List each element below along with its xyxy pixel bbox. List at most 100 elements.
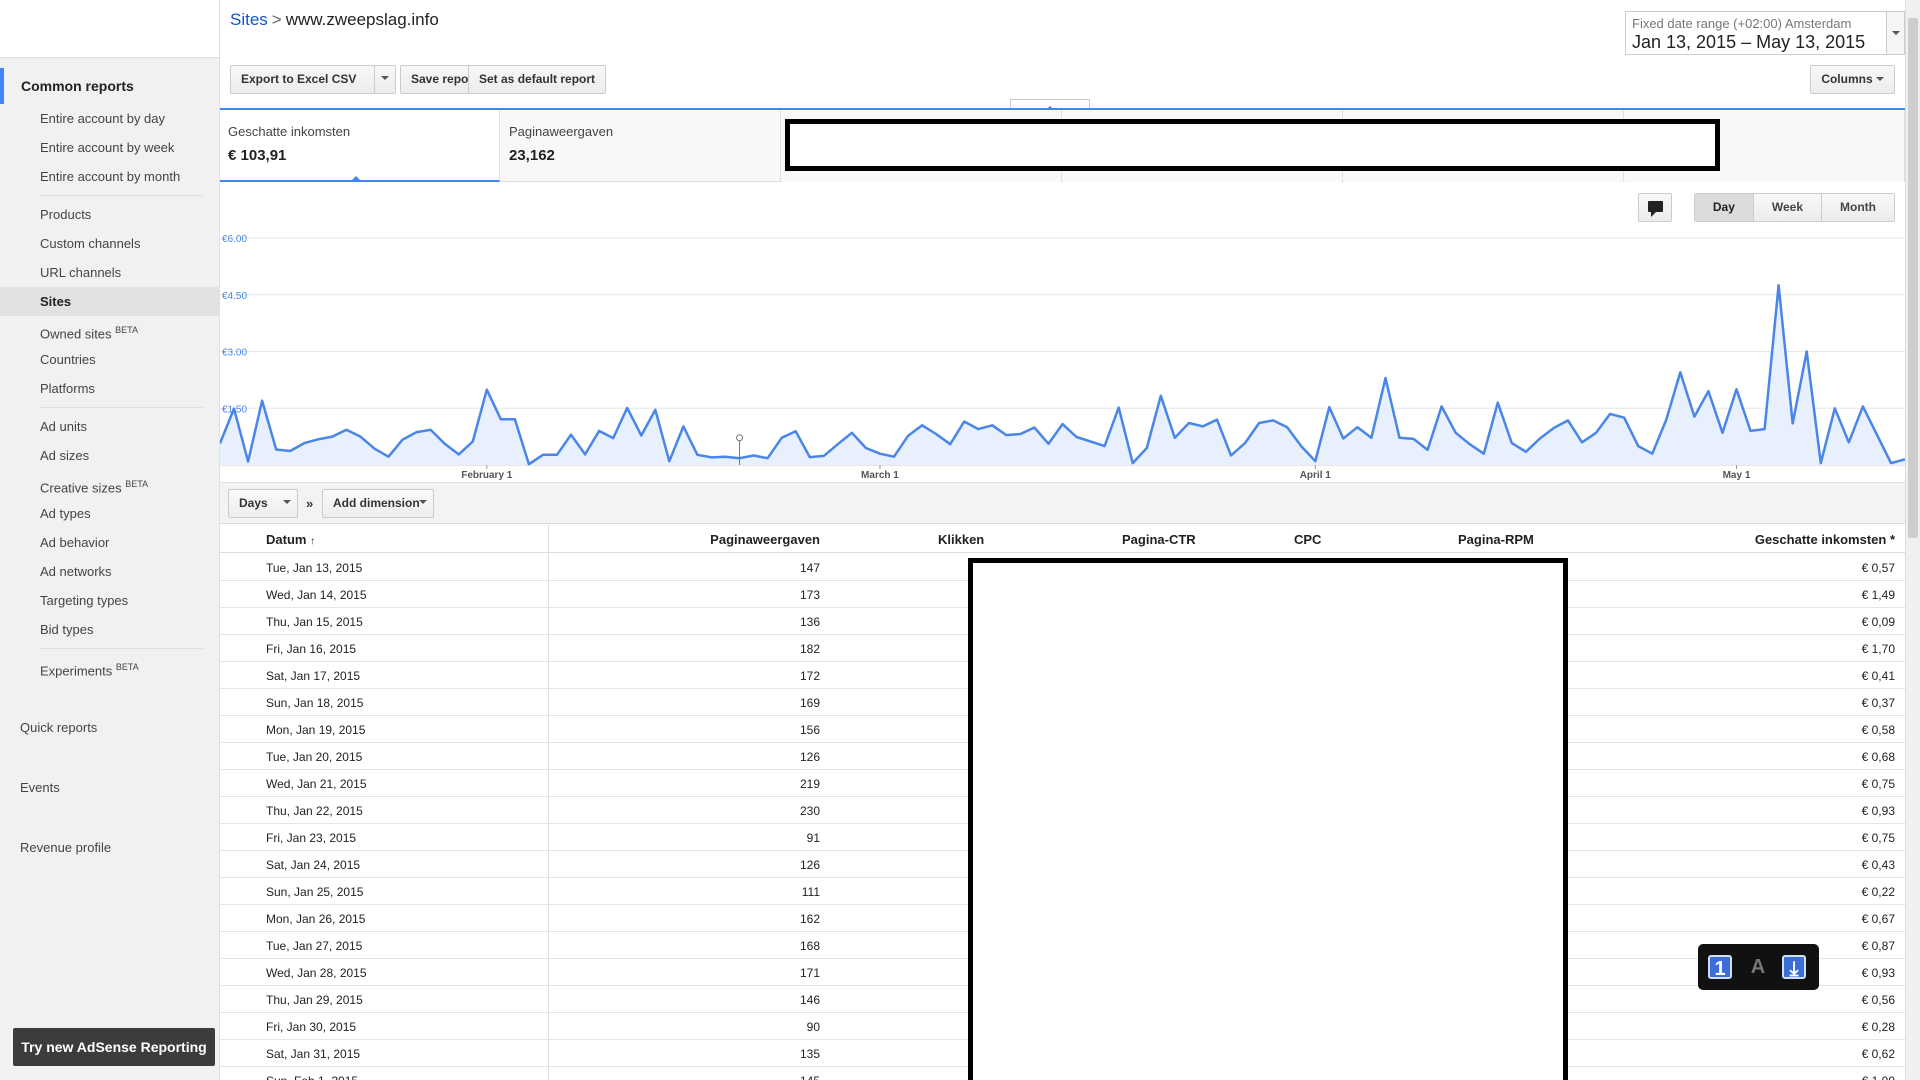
cell-date: Sat, Jan 31, 2015 — [266, 1047, 361, 1061]
sidebar-item-revenue-profile[interactable]: Revenue profile — [0, 818, 219, 878]
cell-earnings: € 0,57 — [1861, 561, 1895, 575]
cell-earnings: € 0,67 — [1861, 912, 1895, 926]
col-header-page-rpm[interactable]: Pagina-RPM — [1458, 532, 1534, 547]
sidebar-item-events[interactable]: Events — [0, 758, 219, 818]
sidebar-item-sites[interactable]: Sites — [0, 287, 219, 316]
sidebar-item-ad-units[interactable]: Ad units — [0, 412, 219, 441]
cell-earnings: € 1,99 — [1862, 1074, 1895, 1080]
cell-date: Fri, Jan 23, 2015 — [266, 831, 357, 845]
col-header-cpc[interactable]: CPC — [1294, 532, 1321, 547]
cell-earnings: € 1,49 — [1861, 588, 1895, 602]
sidebar-item-entire-account-by-month[interactable]: Entire account by month — [0, 162, 219, 191]
chart-toolbar: Day Week Month — [220, 183, 1905, 228]
scorecard-pageviews[interactable]: Paginaweergaven 23,162 — [501, 110, 781, 182]
cell-date: Mon, Jan 19, 2015 — [266, 723, 366, 737]
sidebar-item-entire-account-by-day[interactable]: Entire account by day — [0, 104, 219, 133]
cell-pageviews: 126 — [799, 858, 820, 872]
date-range-value: Jan 13, 2015 – May 13, 2015 — [1632, 32, 1866, 52]
sidebar-item-label: Owned sites — [40, 326, 112, 342]
granularity-week[interactable]: Week — [1753, 194, 1823, 221]
sidebar-item-creative-sizes[interactable]: Creative sizes BETA — [0, 470, 219, 499]
number-one-icon[interactable]: 1 — [1708, 955, 1732, 980]
sidebar-item-countries[interactable]: Countries — [0, 345, 219, 374]
sidebar-item-label: Sites — [40, 294, 72, 309]
cell-date: Fri, Jan 30, 2015 — [266, 1020, 357, 1034]
download-icon[interactable]: ⤓ — [1782, 955, 1806, 980]
columns-button[interactable]: Columns — [1810, 65, 1895, 94]
add-dimension-button[interactable]: Add dimension — [322, 489, 434, 518]
sidebar-item-url-channels[interactable]: URL channels — [0, 258, 219, 287]
sidebar-section-common-reports[interactable]: Common reports — [0, 68, 219, 104]
breadcrumb-separator: > — [271, 10, 282, 29]
y-tick-label: €3.00 — [222, 348, 247, 359]
cell-date: Sat, Jan 17, 2015 — [266, 669, 361, 683]
sidebar-item-owned-sites[interactable]: Owned sites BETA — [0, 316, 219, 345]
days-label: Days — [239, 496, 268, 510]
x-tick-label: February 1 — [461, 470, 513, 480]
export-options-dropdown[interactable] — [374, 65, 396, 94]
scorecard-name: Geschatte inkomsten — [228, 124, 351, 139]
cell-earnings: € 0,75 — [1861, 831, 1895, 845]
sidebar-item-ad-sizes[interactable]: Ad sizes — [0, 441, 219, 470]
logo-area — [0, 0, 219, 58]
scorecards-bar: Geschatte inkomsten € 103,91 Paginaweerg… — [220, 108, 1905, 182]
page-scrollbar[interactable] — [1905, 0, 1920, 1080]
beta-badge: BETA — [115, 325, 139, 335]
cell-date: Fri, Jan 16, 2015 — [266, 642, 357, 656]
sidebar-item-ad-networks[interactable]: Ad networks — [0, 557, 219, 586]
x-tick-label: May 1 — [1723, 470, 1751, 480]
cell-earnings: € 0,37 — [1861, 696, 1895, 710]
export-csv-button[interactable]: Export to Excel CSV — [230, 65, 375, 94]
days-dimension-button[interactable]: Days — [228, 489, 298, 518]
col-header-pageviews[interactable]: Paginaweergaven — [710, 532, 820, 547]
sidebar-divider — [40, 407, 203, 408]
cell-date: Tue, Jan 27, 2015 — [266, 939, 363, 953]
cell-pageviews: 145 — [800, 1074, 820, 1080]
main-content: Sites > www.zweepslag.info Fixed date rang… — [220, 0, 1905, 1080]
col-header-page-ctr[interactable]: Pagina-CTR — [1122, 532, 1196, 547]
sidebar-divider — [40, 648, 203, 649]
granularity-month[interactable]: Month — [1822, 194, 1894, 221]
sidebar-item-targeting-types[interactable]: Targeting types — [0, 586, 219, 615]
cell-pageviews: 219 — [799, 777, 820, 791]
date-range-picker[interactable]: Fixed date range (+02:00) Amsterdam Jan … — [1625, 11, 1905, 55]
letter-a-icon[interactable]: A — [1746, 955, 1770, 979]
add-annotation-icon[interactable] — [736, 434, 744, 442]
scrollbar-thumb[interactable] — [1908, 18, 1918, 538]
breadcrumb-sites-link[interactable]: Sites — [230, 10, 268, 29]
scorecard-estimated-earnings[interactable]: Geschatte inkomsten € 103,91 — [220, 110, 500, 182]
sidebar-item-ad-behavior[interactable]: Ad behavior — [0, 528, 219, 557]
sidebar-item-entire-account-by-week[interactable]: Entire account by week — [0, 133, 219, 162]
set-default-report-button[interactable]: Set as default report — [468, 65, 607, 94]
col-header-date[interactable]: Datum ↑ — [266, 532, 315, 547]
scorecard-value: € 103,91 — [228, 147, 287, 164]
sidebar-item-label: Creative sizes — [40, 480, 122, 496]
sidebar-item-custom-channels[interactable]: Custom channels — [0, 229, 219, 258]
adsense-app: Common reports Entire account by day Enti… — [0, 0, 1920, 1080]
sidebar-item-bid-types[interactable]: Bid types — [0, 615, 219, 644]
sidebar-item-label: Ad sizes — [40, 448, 90, 463]
sidebar-item-label: Ad types — [40, 506, 91, 521]
chevron-down-icon — [1876, 77, 1884, 85]
chevron-down-icon[interactable] — [1886, 12, 1904, 54]
granularity-selector: Day Week Month — [1693, 193, 1895, 222]
sidebar: Common reports Entire account by day Enti… — [0, 0, 220, 1080]
sidebar-item-ad-types[interactable]: Ad types — [0, 499, 219, 528]
col-header-estimated-earnings[interactable]: Geschatte inkomsten * — [1755, 532, 1895, 547]
granularity-day[interactable]: Day — [1694, 194, 1754, 221]
sidebar-item-products[interactable]: Products — [0, 200, 219, 229]
annotation-button[interactable] — [1638, 193, 1672, 222]
sidebar-item-quick-reports[interactable]: Quick reports — [0, 698, 219, 758]
try-new-adsense-reporting-button[interactable]: Try new AdSense Reporting — [13, 1028, 215, 1066]
col-header-clicks[interactable]: Klikken — [938, 532, 984, 547]
cell-date: Wed, Jan 28, 2015 — [266, 966, 367, 980]
beta-badge: BETA — [125, 479, 149, 489]
sidebar-item-experiments[interactable]: Experiments BETA — [0, 653, 219, 682]
sidebar-item-platforms[interactable]: Platforms — [0, 374, 219, 403]
cell-date: Thu, Jan 29, 2015 — [266, 993, 363, 1007]
breadcrumb-current-site: www.zweepslag.info — [285, 10, 439, 29]
cell-earnings: € 0,87 — [1861, 939, 1895, 953]
cell-pageviews: 156 — [799, 723, 820, 737]
sidebar-item-label: Products — [40, 207, 92, 222]
sidebar-item-label: Entire account by month — [40, 169, 181, 184]
